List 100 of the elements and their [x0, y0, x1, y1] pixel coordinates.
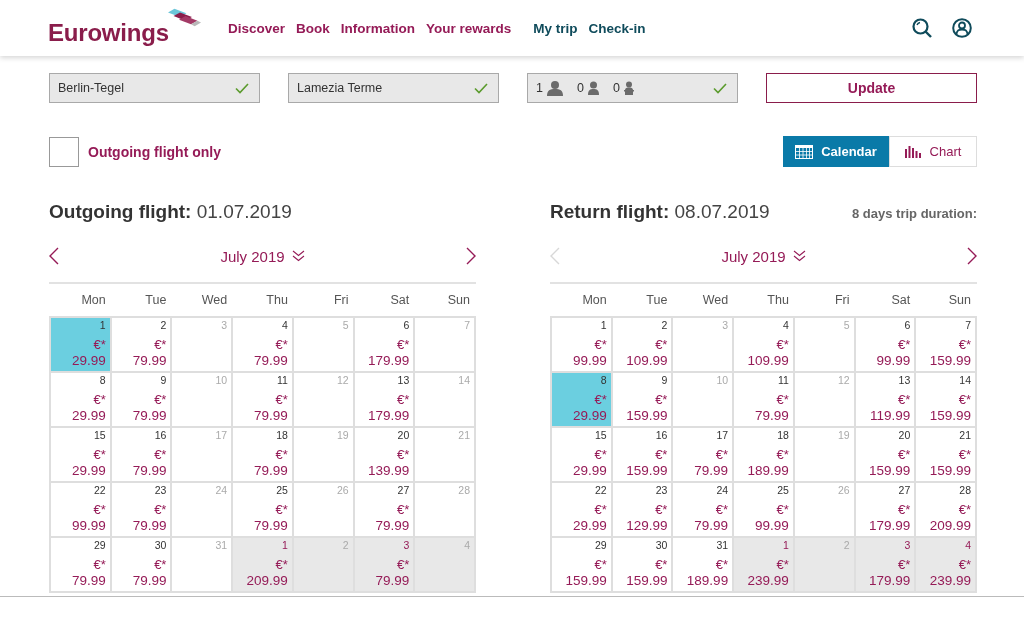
calendar-day[interactable]: 4 €* 79.99 — [233, 318, 292, 371]
logo-text[interactable]: Eurowings — [48, 19, 169, 47]
input-field[interactable]: Lamezia Terme — [288, 73, 499, 103]
calendar-day[interactable]: 25 €* 79.99 — [233, 483, 292, 536]
calendar-day[interactable]: 11 €* 79.99 — [233, 373, 292, 426]
small-person-icon — [587, 81, 599, 95]
view-toggle[interactable]: Chart — [889, 136, 977, 167]
calendar-day[interactable]: 27 €* 179.99 — [855, 483, 915, 536]
day-number: 2 — [661, 320, 668, 331]
calendar-day[interactable]: 8 €* 29.99 — [552, 373, 611, 426]
chevron-left-icon[interactable] — [49, 247, 59, 265]
calendar-day[interactable]: 13 €* 119.99 — [855, 373, 915, 426]
calendar-day[interactable]: 24 €* 79.99 — [673, 483, 733, 536]
calendar-day[interactable]: 18 €* 189.99 — [734, 428, 793, 481]
nav-link[interactable]: Check-in — [588, 20, 646, 36]
calendar-day[interactable]: 22 €* 29.99 — [552, 483, 611, 536]
calendar-day[interactable]: 15 €* 29.99 — [552, 428, 611, 481]
calendar-day[interactable]: 20 €* 159.99 — [855, 428, 915, 481]
month-dropdown[interactable]: July 2019 — [721, 247, 806, 265]
calendar-day[interactable]: 23 €* 129.99 — [612, 483, 672, 536]
calendar-day[interactable]: 16 €* 159.99 — [612, 428, 672, 481]
weekday-label: Thu — [265, 293, 289, 307]
calendar-day[interactable]: 14 €* 159.99 — [916, 373, 975, 426]
account-icon[interactable] — [952, 18, 972, 38]
day-number: 26 — [837, 485, 850, 496]
weekday-label: Wed — [200, 293, 229, 307]
view-toggle[interactable]: Calendar — [783, 136, 889, 167]
update-button[interactable]: Update — [766, 73, 977, 103]
calendar-day[interactable]: 25 €* 99.99 — [734, 483, 793, 536]
calendar-day[interactable]: 9 €* 159.99 — [612, 373, 672, 426]
day-number: 8 — [99, 375, 106, 386]
currency-label: €* — [93, 502, 106, 518]
calendar-day[interactable]: 8 €* 29.99 — [51, 373, 110, 426]
currency-label: €* — [154, 392, 167, 408]
calendar-day[interactable]: 6 €* 179.99 — [354, 318, 414, 371]
day-number: 2 — [160, 320, 167, 331]
calendar-day[interactable]: 29 €* 79.99 — [51, 538, 110, 591]
day-number: 24 — [215, 485, 228, 496]
calendar-day[interactable]: 9 €* 79.99 — [111, 373, 171, 426]
calendar-day[interactable]: 2 €* 79.99 — [111, 318, 171, 371]
calendar-day[interactable]: 18 €* 79.99 — [233, 428, 292, 481]
calendar-day[interactable]: 30 €* 159.99 — [612, 538, 672, 591]
calendar-day[interactable]: 1 €* 209.99 — [233, 538, 292, 591]
nav-link[interactable]: Your rewards — [426, 20, 512, 36]
currency-label: €* — [776, 447, 789, 463]
day-number: 1 — [783, 540, 789, 551]
calendar-day[interactable]: 3 €* 179.99 — [855, 538, 915, 591]
calendar-day[interactable]: 21 €* 159.99 — [916, 428, 975, 481]
calendar-day[interactable]: 4 €* 239.99 — [916, 538, 975, 591]
nav-link[interactable]: My trip — [533, 20, 578, 36]
calendar-day[interactable]: 6 €* 99.99 — [855, 318, 915, 371]
day-number: 7 — [965, 320, 971, 331]
calendar-day[interactable]: 17 €* 79.99 — [673, 428, 733, 481]
chevron-right-icon[interactable] — [967, 247, 977, 265]
price-label: 99.99 — [876, 353, 911, 369]
price-label: 109.99 — [626, 353, 668, 369]
calendar-day[interactable]: 27 €* 79.99 — [354, 483, 414, 536]
weekday-label: Tue — [144, 293, 168, 307]
calendar-day[interactable]: 29 €* 159.99 — [552, 538, 611, 591]
calendar-day[interactable]: 1 €* 239.99 — [734, 538, 793, 591]
nav-link[interactable]: Information — [340, 20, 416, 36]
calendar-day[interactable]: 13 €* 179.99 — [354, 373, 414, 426]
passenger-field[interactable]: 1 0 0 — [527, 73, 738, 103]
calendar-day[interactable]: 31 €* 189.99 — [673, 538, 733, 591]
day-number: 2 — [843, 540, 850, 551]
calendar-day[interactable]: 1 €* 99.99 — [552, 318, 611, 371]
calendar-day[interactable]: 16 €* 79.99 — [111, 428, 171, 481]
input-field[interactable]: Berlin-Tegel — [49, 73, 260, 103]
day-number: 4 — [965, 540, 971, 551]
checkbox-label[interactable]: Outgoing flight only — [88, 143, 221, 160]
weekday-label: Fri — [834, 293, 851, 307]
calendar-day[interactable]: 23 €* 79.99 — [111, 483, 171, 536]
calendar-day[interactable]: 30 €* 79.99 — [111, 538, 171, 591]
price-label: 79.99 — [132, 518, 167, 534]
day-number: 6 — [403, 320, 410, 331]
day-number: 16 — [655, 430, 668, 441]
calendar-day[interactable]: 2 €* 109.99 — [612, 318, 672, 371]
day-number: 29 — [595, 540, 607, 551]
day-number: 27 — [898, 485, 911, 496]
calendar-day[interactable]: 1 €* 29.99 — [51, 318, 110, 371]
nav-link[interactable]: Book — [296, 20, 330, 36]
calendar-day[interactable]: 28 €* 209.99 — [916, 483, 975, 536]
calendar-day[interactable]: 7 €* 159.99 — [916, 318, 975, 371]
currency-label: €* — [655, 557, 668, 573]
currency-label: €* — [776, 557, 789, 573]
weekday-label: Sat — [389, 293, 411, 307]
calendar-day[interactable]: 20 €* 139.99 — [354, 428, 414, 481]
weekday-label: Mon — [80, 293, 107, 307]
calendar-day[interactable]: 4 €* 109.99 — [734, 318, 793, 371]
calendar-day[interactable]: 15 €* 29.99 — [51, 428, 110, 481]
price-label: 239.99 — [929, 573, 971, 589]
month-dropdown[interactable]: July 2019 — [220, 247, 305, 265]
nav-link[interactable]: Discover — [228, 20, 286, 36]
calendar-day[interactable]: 11 €* 79.99 — [734, 373, 793, 426]
calendar-day[interactable]: 22 €* 99.99 — [51, 483, 110, 536]
calendar-day[interactable]: 3 €* 79.99 — [354, 538, 414, 591]
checkbox[interactable] — [49, 136, 79, 167]
search-icon[interactable] — [912, 18, 932, 38]
chevron-right-icon[interactable] — [466, 247, 476, 265]
day-number: 2 — [342, 540, 349, 551]
